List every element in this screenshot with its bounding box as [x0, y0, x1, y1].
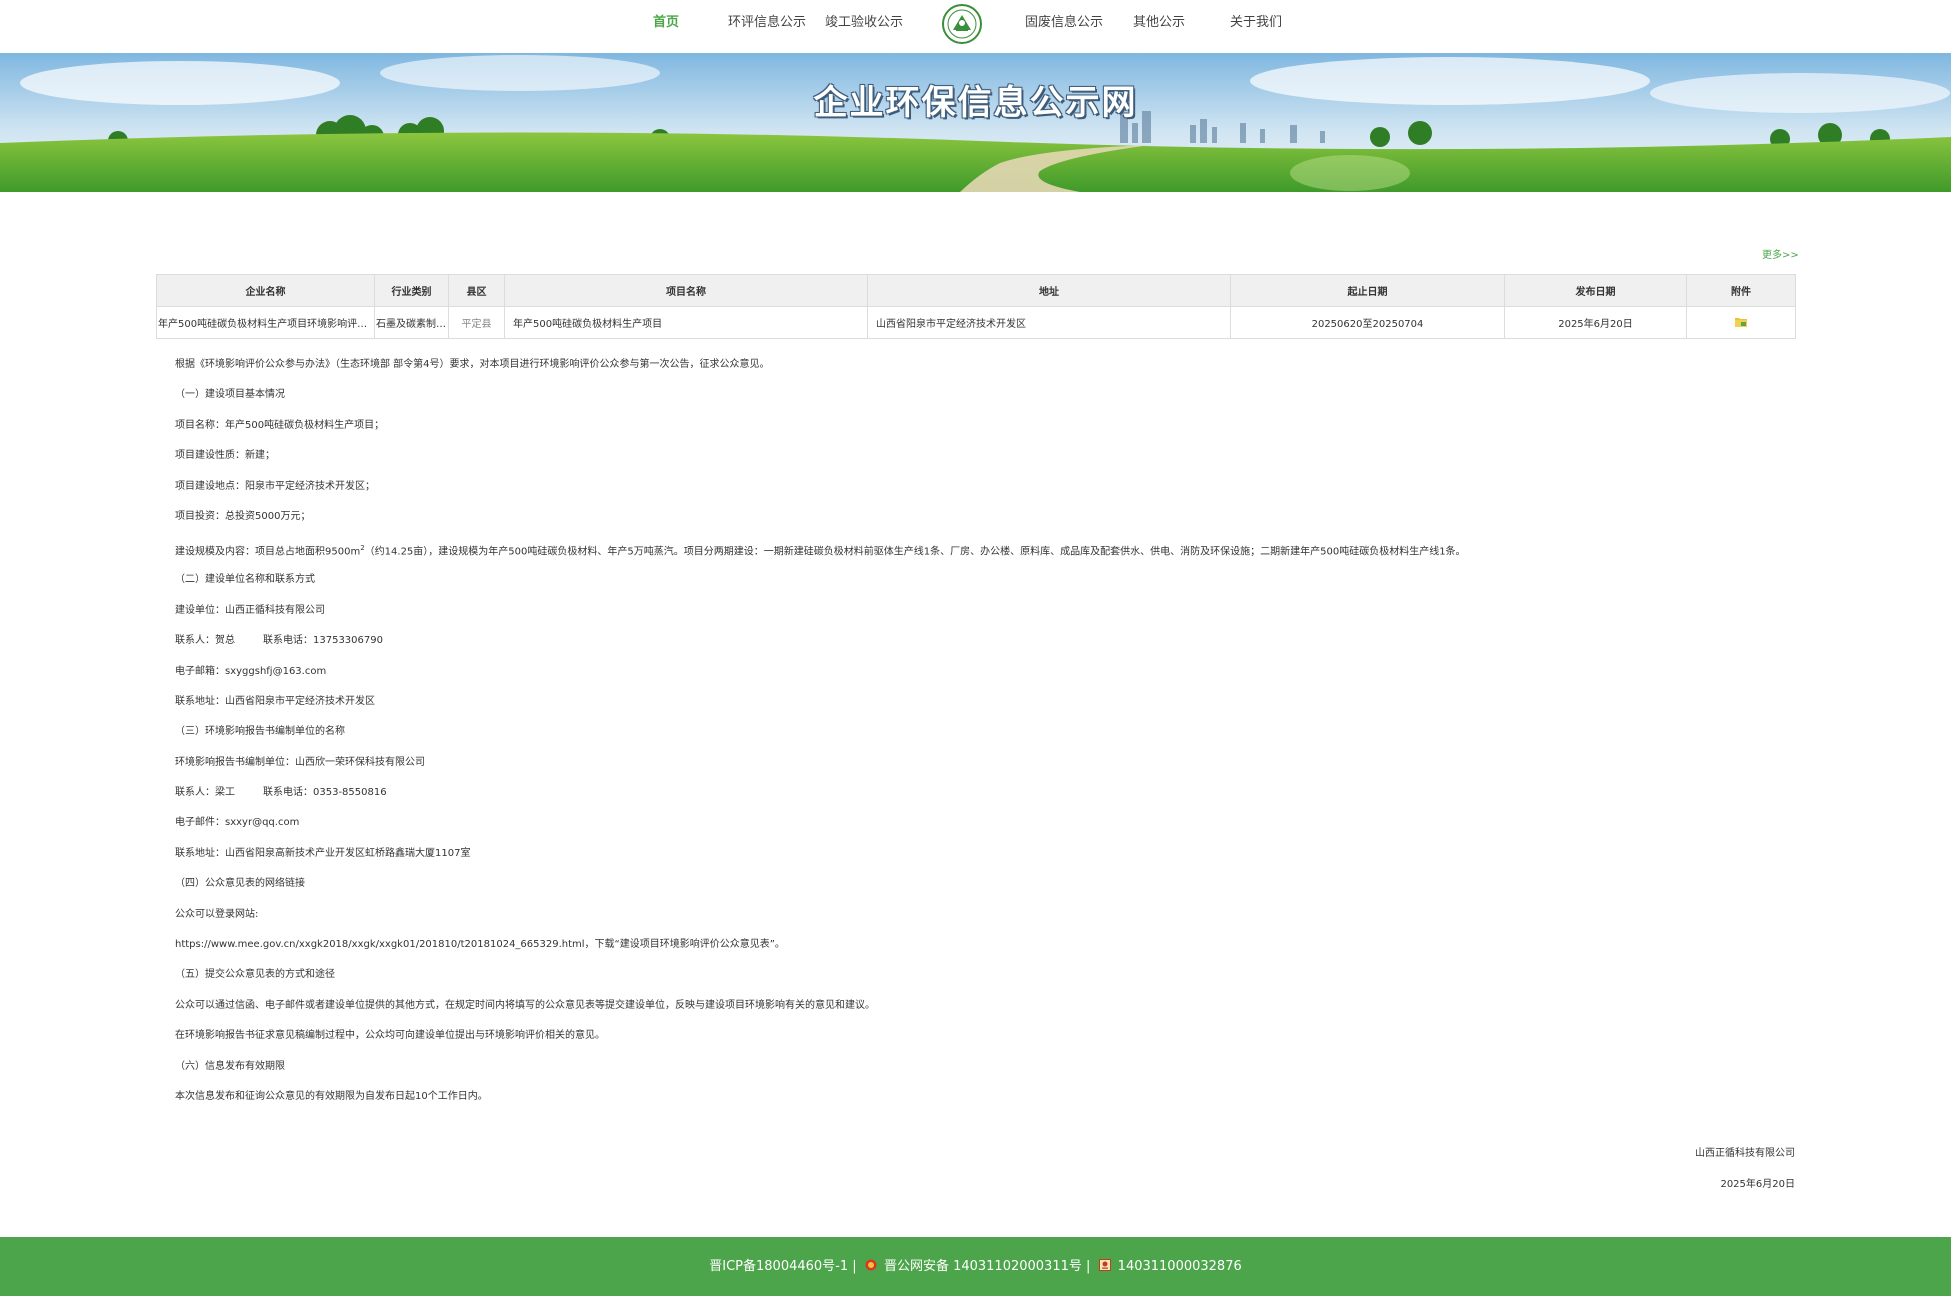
cell-project: 年产500吨硅碳负极材料生产项目	[504, 306, 868, 339]
column-header-attachment: 附件	[1686, 274, 1796, 307]
section-title-project-info: （一）建设项目基本情况	[175, 389, 285, 401]
cell-industry: 石墨及碳素制品制造	[374, 306, 449, 339]
signature-company: 山西正循科技有限公司	[1695, 1148, 1795, 1159]
eia-unit-line: 环境影响报告书编制单位：山西欣一荣环保科技有限公司	[175, 756, 425, 768]
project-scale-line: 建设规模及内容：项目总占地面积9500m2（约14.25亩），建设规模为年产50…	[175, 544, 1466, 558]
cell-county: 平定县	[448, 306, 505, 339]
announcement-body: 根据《环境影响评价公众参与办法》（生态环境部 部令第4号）要求，对本项目进行环境…	[175, 350, 1775, 1112]
eia-email-line: 电子邮件：sxxyr@qq.com	[175, 817, 300, 829]
banner: 企业环保信息公示网	[0, 53, 1951, 192]
nav-item-home[interactable]: 首页	[653, 13, 679, 33]
column-header-project: 项目名称	[504, 274, 868, 307]
nav-item-solid-waste[interactable]: 固废信息公示	[1025, 13, 1103, 33]
opinion-link-url[interactable]: https://www.mee.gov.cn/xxgk2018/xxgk/xxg…	[175, 930, 1775, 960]
nav-item-other-disclosure[interactable]: 其他公示	[1133, 13, 1185, 33]
project-location-line: 项目建设地点：阳泉市平定经济技术开发区；	[175, 480, 375, 492]
column-header-county: 县区	[448, 274, 505, 307]
nav-item-about-us[interactable]: 关于我们	[1230, 13, 1282, 33]
more-link[interactable]: 更多>>	[1762, 246, 1799, 261]
project-nature-line: 项目建设性质：新建；	[175, 450, 275, 462]
builder-contact-line: 联系人：贺总 联系电话：13753306790	[175, 626, 1775, 656]
project-name-line: 项目名称：年产500吨硅碳负极材料生产项目；	[175, 419, 385, 431]
submission-line-1: 公众可以通过信函、电子邮件或者建设单位提供的其他方式，在规定时间内将填写的公众意…	[175, 999, 875, 1011]
section-title-validity: （六）信息发布有效期限	[175, 1060, 285, 1072]
nav-item-eia-disclosure[interactable]: 环评信息公示	[728, 13, 806, 33]
disclosure-table: 企业名称 行业类别 县区 项目名称 地址 起止日期 发布日期 附件 年产500吨…	[156, 274, 1796, 339]
opinion-link-intro: 公众可以登录网站:	[175, 908, 259, 920]
footer-license-number[interactable]: 140311000032876	[1118, 1259, 1242, 1274]
cell-publish-date: 2025年6月20日	[1504, 306, 1687, 339]
column-header-publish-date: 发布日期	[1504, 274, 1687, 307]
environmental-protection-emblem-icon[interactable]	[942, 4, 982, 44]
column-header-industry: 行业类别	[374, 274, 449, 307]
eia-address-line: 联系地址：山西省阳泉高新技术产业开发区虹桥路鑫瑞大厦1107室	[175, 847, 471, 859]
submission-line-2: 在环境影响报告书征求意见稿编制过程中，公众均可向建设单位提出与环境影响评价相关的…	[175, 1030, 605, 1042]
cell-company: 年产500吨硅碳负极材料生产项目环境影响评价第一次公示	[156, 306, 375, 339]
eia-contact: 联系人：梁工	[175, 787, 235, 799]
banner-title: 企业环保信息公示网	[813, 83, 1138, 123]
section-title-opinion-link: （四）公众意见表的网络链接	[175, 878, 305, 890]
intro-paragraph: 根据《环境影响评价公众参与办法》（生态环境部 部令第4号）要求，对本项目进行环境…	[175, 359, 770, 370]
section-title-eia-unit: （三）环境影响报告书编制单位的名称	[175, 726, 345, 738]
column-header-company: 企业名称	[156, 274, 375, 307]
project-investment-line: 项目投资：总投资5000万元；	[175, 510, 311, 522]
builder-address-line: 联系地址：山西省阳泉市平定经济技术开发区	[175, 695, 375, 707]
cell-address: 山西省阳泉市平定经济技术开发区	[867, 306, 1231, 339]
nav-item-completion-acceptance[interactable]: 竣工验收公示	[825, 13, 903, 33]
police-badge-icon	[865, 1259, 877, 1271]
footer: 晋ICP备18004460号-1 | 晋公网安备 14031102000311号…	[0, 1237, 1951, 1296]
business-license-icon	[1098, 1259, 1111, 1271]
table-row[interactable]: 年产500吨硅碳负极材料生产项目环境影响评价第一次公示 石墨及碳素制品制造 平定…	[156, 306, 1796, 339]
signature-date: 2025年6月20日	[1720, 1179, 1795, 1190]
column-header-address: 地址	[867, 274, 1231, 307]
footer-police-record[interactable]: 晋公网安备 14031102000311号 |	[884, 1259, 1090, 1274]
builder-contact: 联系人：贺总	[175, 635, 235, 647]
top-navigation: 首页 环评信息公示 竣工验收公示 固废信息公示 其他公示 关于我们	[0, 0, 1951, 53]
builder-email-line: 电子邮箱：sxyggshfj@163.com	[175, 665, 327, 677]
folder-icon[interactable]	[1735, 317, 1747, 327]
validity-line: 本次信息发布和征询公众意见的有效期限为自发布日起10个工作日内。	[175, 1090, 488, 1102]
eia-phone: 联系电话：0353-8550816	[263, 787, 387, 799]
column-header-period: 起止日期	[1230, 274, 1505, 307]
footer-icp[interactable]: 晋ICP备18004460号-1 |	[709, 1259, 856, 1274]
builder-phone: 联系电话：13753306790	[263, 635, 383, 647]
table-header-row: 企业名称 行业类别 县区 项目名称 地址 起止日期 发布日期 附件	[156, 274, 1796, 307]
section-title-builder: （二）建设单位名称和联系方式	[175, 574, 315, 586]
cell-period: 20250620至20250704	[1230, 306, 1505, 339]
builder-name-line: 建设单位：山西正循科技有限公司	[175, 604, 325, 616]
cell-attachment[interactable]	[1686, 306, 1796, 339]
section-title-submission: （五）提交公众意见表的方式和途径	[175, 969, 335, 981]
eia-contact-line: 联系人：梁工 联系电话：0353-8550816	[175, 778, 1775, 808]
